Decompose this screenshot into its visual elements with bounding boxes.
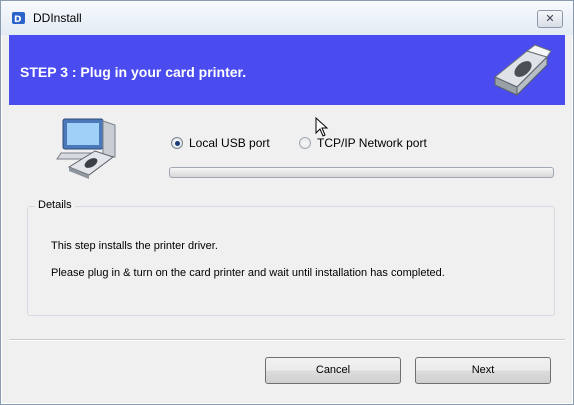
local-usb-label: Local USB port bbox=[189, 136, 270, 150]
install-progress-bar bbox=[169, 167, 554, 178]
window-title: DDInstall bbox=[33, 11, 82, 25]
app-icon: D bbox=[11, 10, 27, 26]
installer-window: D DDInstall ✕ STEP 3 : Plug in your card… bbox=[0, 0, 574, 405]
local-usb-radio[interactable] bbox=[171, 137, 183, 149]
button-separator bbox=[9, 339, 565, 341]
svg-text:D: D bbox=[14, 15, 21, 25]
cancel-button[interactable]: Cancel bbox=[265, 357, 401, 384]
local-usb-option[interactable]: Local USB port bbox=[171, 136, 270, 150]
details-groupbox: Details This step installs the printer d… bbox=[27, 199, 555, 316]
next-button[interactable]: Next bbox=[415, 357, 551, 384]
tcpip-network-label: TCP/IP Network port bbox=[317, 136, 427, 150]
details-line-1: This step installs the printer driver. bbox=[51, 240, 218, 252]
details-line-2: Please plug in & turn on the card printe… bbox=[51, 267, 445, 279]
close-button[interactable]: ✕ bbox=[537, 10, 563, 28]
content-area: Local USB port TCP/IP Network port Detai… bbox=[9, 105, 565, 396]
step-title: STEP 3 : Plug in your card printer. bbox=[20, 64, 247, 80]
card-printer-icon bbox=[483, 41, 555, 104]
computer-with-printer-icon bbox=[51, 115, 131, 184]
title-bar[interactable]: D DDInstall ✕ bbox=[1, 1, 573, 35]
tcpip-network-radio[interactable] bbox=[299, 137, 311, 149]
mouse-cursor-icon bbox=[315, 116, 329, 140]
details-group-label: Details bbox=[35, 199, 75, 211]
step-header-banner: STEP 3 : Plug in your card printer. bbox=[9, 35, 565, 105]
